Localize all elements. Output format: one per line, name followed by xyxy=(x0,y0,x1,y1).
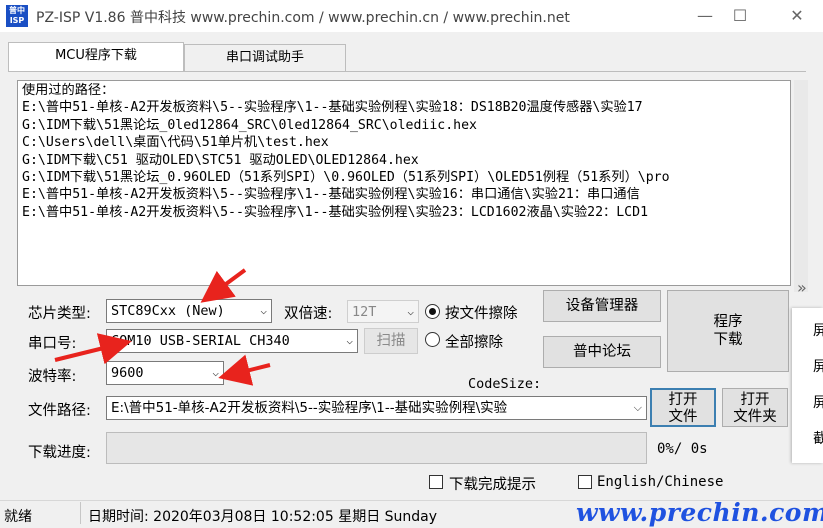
side-item-1[interactable]: 屏 xyxy=(813,320,823,340)
chevron-down-icon: ⌵ xyxy=(260,304,267,317)
side-item-2[interactable]: 屏 xyxy=(813,356,823,376)
device-manager-button[interactable]: 设备管理器 xyxy=(543,290,661,322)
erase-by-file-label: 按文件擦除 xyxy=(445,306,518,322)
close-button[interactable]: ✕ xyxy=(774,0,820,32)
chevron-down-icon: ⌵ xyxy=(407,305,414,318)
tab-serial-assistant[interactable]: 串口调试助手 xyxy=(184,44,346,71)
program-download-line2: 下载 xyxy=(713,332,743,348)
forum-button[interactable]: 普中论坛 xyxy=(543,336,661,368)
progress-text: 0%/ 0s xyxy=(657,441,708,457)
brand-logo: www.prechin.com xyxy=(576,498,823,527)
download-done-prompt-label: 下载完成提示 xyxy=(449,477,536,493)
chevron-down-icon: ⌵ xyxy=(630,397,642,419)
scan-button[interactable]: 扫描 xyxy=(364,328,418,354)
open-folder-button[interactable]: 打开 文件夹 xyxy=(722,388,788,427)
language-label: English/Chinese xyxy=(597,474,724,490)
language-checkbox[interactable] xyxy=(578,475,592,489)
recent-paths-log[interactable]: 使用过的路径： E:\普中51-单核-A2开发板资料\5--实验程序\1--基础… xyxy=(17,80,791,286)
chip-type-value: STC89Cxx (New) xyxy=(111,303,225,319)
chip-type-select[interactable]: STC89Cxx (New) ⌵ xyxy=(106,299,272,323)
chevron-right-icon[interactable]: » xyxy=(797,278,807,297)
status-divider xyxy=(80,502,81,524)
codesize-label: CodeSize: xyxy=(468,376,542,392)
open-file-line2: 文件 xyxy=(668,409,698,425)
open-folder-line1: 打开 xyxy=(740,392,770,408)
file-path-label: 文件路径: xyxy=(28,403,91,419)
file-path-value: E:\普中51-单核-A2开发板资料\5--实验程序\1--基础实验例程\实验 xyxy=(111,400,508,416)
tab-mcu-download[interactable]: MCU程序下载 xyxy=(8,42,184,72)
window-title: PZ-ISP V1.86 普中科技 www.prechin.com / www.… xyxy=(36,10,570,26)
open-folder-line2: 文件夹 xyxy=(733,409,777,425)
chevron-down-icon: ⌵ xyxy=(212,366,219,379)
erase-by-file-radio[interactable] xyxy=(425,304,440,319)
chevron-down-icon: ⌵ xyxy=(346,334,353,347)
double-speed-select[interactable]: 12T ⌵ xyxy=(347,300,419,323)
download-progress-bar xyxy=(106,432,647,464)
side-item-3[interactable]: 屏 xyxy=(813,392,823,412)
progress-label: 下载进度: xyxy=(28,445,91,461)
side-item-4[interactable]: 截 xyxy=(813,428,823,448)
download-done-prompt-checkbox[interactable] xyxy=(429,475,443,489)
erase-all-radio[interactable] xyxy=(425,332,440,347)
open-file-button[interactable]: 打开 文件 xyxy=(650,388,716,427)
file-path-select[interactable]: E:\普中51-单核-A2开发板资料\5--实验程序\1--基础实验例程\实验 … xyxy=(106,396,647,420)
baud-select[interactable]: 9600 ⌵ xyxy=(106,361,224,385)
app-icon: 普中 ISP xyxy=(6,5,28,27)
annotation-arrow-baud xyxy=(218,354,271,386)
port-value: COM10 USB-SERIAL CH340 xyxy=(111,333,290,349)
baud-value: 9600 xyxy=(111,365,144,381)
vertical-scrollbar[interactable] xyxy=(794,80,808,292)
tab-border xyxy=(8,71,806,72)
chip-type-label: 芯片类型: xyxy=(28,306,91,322)
double-speed-value: 12T xyxy=(352,304,377,320)
program-download-button[interactable]: 程序 下载 xyxy=(667,290,789,372)
double-speed-label: 双倍速: xyxy=(284,306,333,322)
port-select[interactable]: COM10 USB-SERIAL CH340 ⌵ xyxy=(106,329,358,353)
program-download-line1: 程序 xyxy=(713,314,743,330)
open-file-line1: 打开 xyxy=(668,392,698,408)
radio-selected-dot xyxy=(429,308,436,315)
port-label: 串口号: xyxy=(28,336,77,352)
status-text: 就绪 xyxy=(4,509,32,525)
baud-label: 波特率: xyxy=(28,369,77,385)
erase-all-label: 全部擦除 xyxy=(445,335,503,351)
status-datetime: 日期时间: 2020年03月08日 10:52:05 星期日 Sunday xyxy=(88,509,438,525)
maximize-button[interactable]: ☐ xyxy=(717,0,763,32)
